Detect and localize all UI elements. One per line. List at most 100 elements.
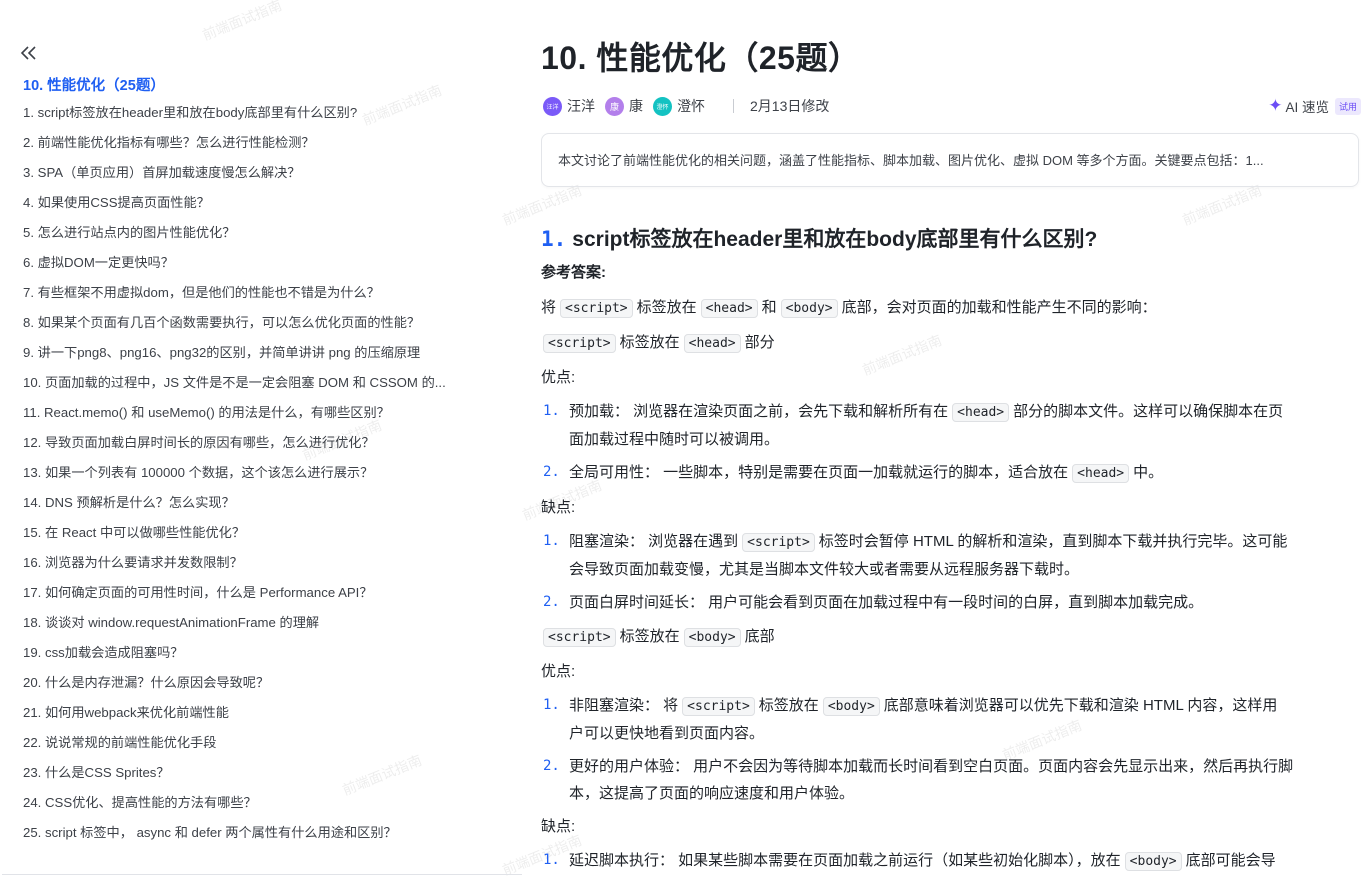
author-chip[interactable]: 汪洋 汪洋 [543,96,595,116]
text: 标签放在 [619,628,680,645]
inline-code: <body> [683,628,741,647]
toc-item[interactable]: 16. 浏览器为什么要请求并发数限制？ [23,551,503,581]
list-item: 2. 页面白屏时间延长： 用户可能会看到页面在加载过程中有一段时间的白屏，直到脚… [541,589,1359,616]
text: 预加载： 浏览器在渲染页面之前，会先下载和解析所有在 [569,403,949,420]
list-item: 2. 更好的用户体验： 用户不会因为等待脚本加载而长时间看到空白页面。页面内容会… [541,753,1359,807]
doc-meta: 汪洋 汪洋 康 康 澄怀 澄怀 2月13日修改 ✦ AI 速览 试用 [543,94,1361,118]
text: 部分 [744,334,775,351]
list-item: 1. 阻塞渲染： 浏览器在遇到 <script> 标签时会暂停 HTML 的解析和渲… [541,528,1359,583]
cons-label: 缺点: [541,818,576,835]
text: 全局可用性： 一些脚本，特别是需要在页面一加载就运行的脚本，适合放在 [569,464,1069,481]
divider [2,871,522,875]
text: 将 [541,299,557,316]
subheading-body: <script> 标签放在 <body> 底部 [541,625,775,650]
toc-item[interactable]: 21. 如何用webpack来优化前端性能 [23,701,503,731]
list-number: 1. [543,533,560,549]
toc-item[interactable]: 1. script标签放在header里和放在body底部里有什么区别? [23,101,503,131]
toc-item[interactable]: 20. 什么是内存泄漏？什么原因会导致呢？ [23,671,503,701]
list-number: 1. [543,403,560,419]
section-heading: 1. script标签放在header里和放在body底部里有什么区别? [541,223,1097,253]
inline-code: <head> [683,334,741,353]
intro-paragraph: 将 <script> 标签放在 <head> 和 <body> 底部，会对页面的加载和性能产… [541,296,1157,321]
text: 底部 [744,628,775,645]
author-name: 澄怀 [677,98,705,114]
inline-code: <script> [682,697,755,716]
inline-code: <script> [543,334,616,353]
toc-item[interactable]: 7. 有些框架不用虚拟dom，但是他们的性能也不错是为什么？ [23,281,503,311]
text: 标签时会暂停 HTML 的解析和渲染，直到脚本下载并执行完毕。这可能 [818,533,1288,550]
toc-item[interactable]: 8. 如果某个页面有几百个函数需要执行，可以怎么优化页面的性能？ [23,311,503,341]
toc-item[interactable]: 9. 讲一下png8、png16、png32的区别，并简单讲讲 png 的压缩原… [23,341,503,371]
trial-badge: 试用 [1334,97,1361,115]
toc-item[interactable]: 24. CSS优化、提高性能的方法有哪些？ [23,791,503,821]
inline-code: <script> [560,299,633,318]
list-number: 2. [543,464,560,480]
author-chip[interactable]: 澄怀 澄怀 [653,96,705,116]
list-item: 1. 预加载： 浏览器在渲染页面之前，会先下载和解析所有在 <head> 部分的脚本… [541,398,1359,453]
list-item: 2. 全局可用性： 一些脚本，特别是需要在页面一加载就运行的脚本，适合放在 <he… [541,459,1359,487]
page-title: 10. 性能优化（25题） [541,40,861,76]
text: 底部可能会导 [1185,852,1276,869]
inline-code: <body> [822,697,880,716]
toc-item[interactable]: 2. 前端性能优化指标有哪些？怎么进行性能检测？ [23,131,503,161]
toc-item[interactable]: 19. css加载会造成阻塞吗？ [23,641,503,671]
text: 中。 [1133,464,1164,481]
list-number: 2. [543,594,560,610]
subheading-head: <script> 标签放在 <head> 部分 [541,331,775,356]
ai-summary-label: AI 速览 [1285,100,1329,115]
ai-summary-button[interactable]: ✦ AI 速览 试用 [1268,96,1361,116]
double-chevron-left-icon[interactable] [18,42,40,64]
inline-code: <script> [742,533,815,552]
toc-item[interactable]: 12. 导致页面加载白屏时间长的原因有哪些，怎么进行优化？ [23,431,503,461]
text: 底部意味着浏览器可以优先下载和渲染 HTML 内容，这样用 [883,697,1278,714]
list-item: 1. 延迟脚本执行： 如果某些脚本需要在页面加载之前运行（如某些初始化脚本），放… [541,847,1359,875]
text: 页面白屏时间延长： 用户可能会看到页面在加载过程中有一段时间的白屏，直到脚本加载… [569,594,1204,611]
ai-summary-box[interactable]: 本文讨论了前端性能优化的相关问题，涵盖了性能指标、脚本加载、图片优化、虚拟 DO… [541,133,1359,187]
text: 本，这提高了页面的响应速度和用户体验。 [569,785,855,802]
inline-code: <body> [780,299,838,318]
list-item: 1. 非阻塞渲染： 将 <script> 标签放在 <body> 底部意味着浏览器可以优… [541,692,1359,747]
text: 标签放在 [758,697,819,714]
text: 和 [761,299,777,316]
toc-title[interactable]: 10. 性能优化（25题） [23,74,165,95]
toc-item[interactable]: 4. 如果使用CSS提高页面性能？ [23,191,503,221]
toc-item[interactable]: 5. 怎么进行站点内的图片性能优化？ [23,221,503,251]
text: 部分的脚本文件。这样可以确保脚本在页 [1013,403,1284,420]
section-title: script标签放在header里和放在body底部里有什么区别? [572,228,1098,251]
text: 标签放在 [636,299,697,316]
sparkle-icon: ✦ [1268,96,1283,115]
list-number: 2. [543,758,560,774]
avatar: 康 [605,96,624,116]
inline-code: <script> [543,628,616,647]
text: 更好的用户体验： 用户不会因为等待脚本加载而长时间看到空白页面。页面内容会先显示… [569,758,1294,775]
toc-item[interactable]: 13. 如果一个列表有 100000 个数据，这个该怎么进行展示？ [23,461,503,491]
section-number: 1. [541,227,567,251]
avatar: 澄怀 [653,96,672,116]
toc-item[interactable]: 11. React.memo() 和 useMemo() 的用法是什么，有哪些区… [23,401,503,431]
toc-item[interactable]: 14. DNS 预解析是什么？怎么实现？ [23,491,503,521]
toc-list: 1. script标签放在header里和放在body底部里有什么区别? 2. … [23,101,503,851]
text: 阻塞渲染： 浏览器在遇到 [569,533,739,550]
author-chip[interactable]: 康 康 [605,96,643,116]
toc-item[interactable]: 3. SPA（单页应用）首屏加载速度慢怎么解决？ [23,161,503,191]
toc-item[interactable]: 18. 谈谈对 window.requestAnimationFrame 的理解 [23,611,503,641]
toc-item[interactable]: 17. 如何确定页面的可用性时间，什么是 Performance API？ [23,581,503,611]
text: 户可以更快地看到页面内容。 [569,725,765,742]
toc-item[interactable]: 22. 说说常规的前端性能优化手段 [23,731,503,761]
list-number: 1. [543,852,560,868]
inline-code: <head> [952,403,1010,422]
toc-item[interactable]: 15. 在 React 中可以做哪些性能优化？ [23,521,503,551]
text: 标签放在 [619,334,680,351]
author-name: 康 [629,98,643,114]
modified-date: 2月13日修改 [750,98,830,114]
cons-label: 缺点: [541,499,576,516]
toc-item[interactable]: 25. script 标签中， async 和 defer 两个属性有什么用途和… [23,821,503,851]
answer-label: 参考答案: [541,264,606,281]
toc-item[interactable]: 10. 页面加载的过程中，JS 文件是不是一定会阻塞 DOM 和 CSSOM 的… [23,371,503,401]
inline-code: <body> [1124,852,1182,871]
toc-item[interactable]: 23. 什么是CSS Sprites？ [23,761,503,791]
table-of-contents: 10. 性能优化（25题） 1. script标签放在header里和放在bod… [0,0,522,879]
pros-label: 优点: [541,369,576,386]
toc-item[interactable]: 6. 虚拟DOM一定更快吗？ [23,251,503,281]
document-body: 10. 性能优化（25题） 汪洋 汪洋 康 康 澄怀 澄怀 2月13日修改 ✦ … [541,0,1363,879]
